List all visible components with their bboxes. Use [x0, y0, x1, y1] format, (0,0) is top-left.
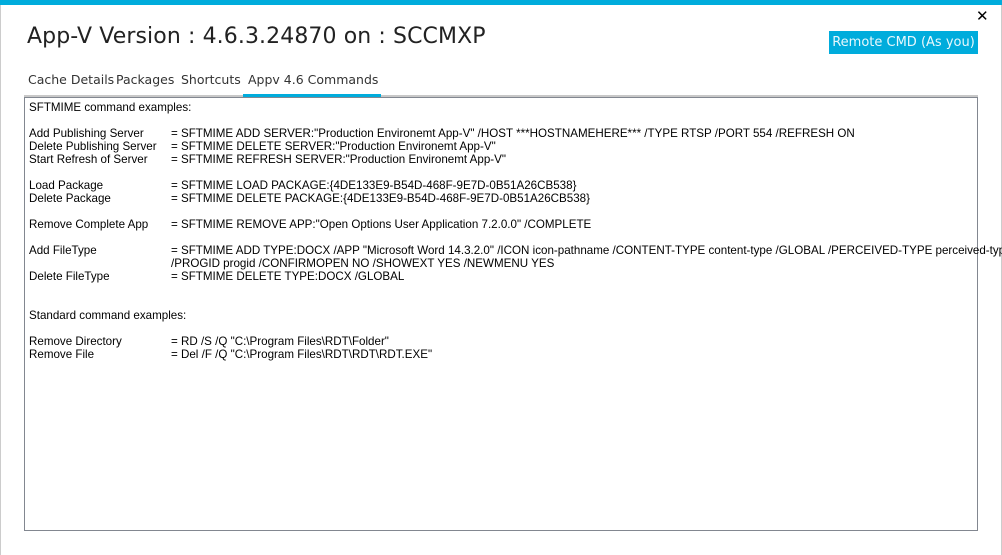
command-label: Remove Directory: [29, 335, 122, 348]
command-label: Add FileType: [29, 244, 97, 257]
command-label: Load Package: [29, 179, 104, 192]
tab-shortcuts[interactable]: Shortcuts: [181, 72, 241, 87]
command-text: = SFTMIME REFRESH SERVER:"Production Env…: [171, 153, 507, 166]
command-text: = SFTMIME REMOVE APP:"Open Options User …: [171, 218, 592, 231]
command-label: Remove File: [29, 348, 95, 361]
remote-cmd-button[interactable]: Remote CMD (As you): [829, 31, 978, 54]
command-label: Standard command examples:: [29, 309, 187, 322]
command-text: = SFTMIME LOAD PACKAGE:{4DE133E9-B54D-46…: [171, 179, 577, 192]
tab-bar: Cache Details Packages Shortcuts Appv 4.…: [24, 70, 978, 97]
command-text: /PROGID progid /CONFIRMOPEN NO /SHOWEXT …: [171, 257, 555, 270]
command-text: = SFTMIME DELETE SERVER:"Production Envi…: [171, 140, 496, 153]
window-border-left: [0, 5, 1, 555]
command-label: SFTMIME command examples:: [29, 101, 192, 114]
command-label: Remove Complete App: [29, 218, 149, 231]
command-text: = RD /S /Q "C:\Program Files\RDT\Folder": [171, 335, 389, 348]
command-label: Add Publishing Server: [29, 127, 144, 140]
command-text: = SFTMIME DELETE PACKAGE:{4DE133E9-B54D-…: [171, 192, 590, 205]
commands-textbox[interactable]: SFTMIME command examples: Add Publishing …: [24, 97, 1002, 531]
tab-cache-details[interactable]: Cache Details: [28, 72, 114, 87]
tab-appv-commands[interactable]: Appv 4.6 Commands: [248, 72, 378, 87]
window-accent-bar: [0, 0, 1002, 5]
close-icon[interactable]: ✕: [976, 8, 989, 24]
command-text: = SFTMIME ADD TYPE:DOCX /APP "Microsoft …: [171, 244, 1002, 257]
window-title: App-V Version : 4.6.3.24870 on : SCCMXP: [27, 24, 486, 49]
command-text: = Del /F /Q "C:\Program Files\RDT\RDT\RD…: [171, 348, 433, 361]
command-label: Start Refresh of Server: [29, 153, 148, 166]
command-text: = SFTMIME ADD SERVER:"Production Environ…: [171, 127, 855, 140]
command-label: Delete FileType: [29, 270, 110, 283]
tab-packages[interactable]: Packages: [116, 72, 174, 87]
command-label: Delete Package: [29, 192, 111, 205]
command-label: Delete Publishing Server: [29, 140, 157, 153]
command-text: = SFTMIME DELETE TYPE:DOCX /GLOBAL: [171, 270, 405, 283]
